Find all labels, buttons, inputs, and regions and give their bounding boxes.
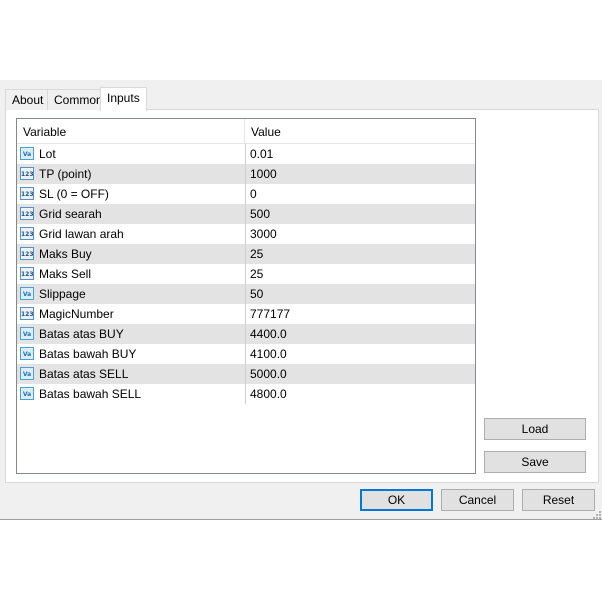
table-row[interactable]: Va Batas bawah BUY 4100.0 bbox=[17, 344, 475, 365]
save-button[interactable]: Save bbox=[484, 451, 586, 473]
variable-value[interactable]: 50 bbox=[250, 284, 263, 304]
inputs-grid: Variable Value Va Lot 0.01 123 TP (point) 100… bbox=[16, 118, 476, 474]
text-value-icon: Va bbox=[20, 287, 34, 300]
variable-value[interactable]: 25 bbox=[250, 244, 263, 264]
variable-name: Maks Buy bbox=[39, 247, 92, 261]
table-row[interactable]: Va Lot 0.01 bbox=[17, 144, 475, 165]
column-divider bbox=[245, 384, 246, 404]
table-row[interactable]: Va Batas atas SELL 5000.0 bbox=[17, 364, 475, 385]
variable-value[interactable]: 4800.0 bbox=[250, 384, 287, 404]
integer-value-icon: 123 bbox=[20, 307, 34, 320]
table-row[interactable]: 123 TP (point) 1000 bbox=[17, 164, 475, 185]
column-divider bbox=[245, 224, 246, 244]
column-divider bbox=[245, 184, 246, 204]
variable-name: Maks Sell bbox=[39, 267, 92, 281]
variable-value[interactable]: 1000 bbox=[250, 164, 277, 184]
integer-value-icon: 123 bbox=[20, 247, 34, 260]
text-value-icon: Va bbox=[20, 327, 34, 340]
table-row[interactable]: 123 SL (0 = OFF) 0 bbox=[17, 184, 475, 205]
table-row[interactable]: 123 MagicNumber 777177 bbox=[17, 304, 475, 325]
text-value-icon: Va bbox=[20, 347, 34, 360]
text-value-icon: Va bbox=[20, 387, 34, 400]
variable-name: Batas atas BUY bbox=[39, 327, 124, 341]
table-row[interactable]: Va Batas atas BUY 4400.0 bbox=[17, 324, 475, 345]
variable-value[interactable]: 4400.0 bbox=[250, 324, 287, 344]
column-divider bbox=[245, 284, 246, 304]
table-row[interactable]: 123 Grid searah 500 bbox=[17, 204, 475, 225]
text-value-icon: Va bbox=[20, 147, 34, 160]
tab-inputs[interactable]: Inputs bbox=[100, 87, 147, 111]
variable-value[interactable]: 0.01 bbox=[250, 144, 273, 164]
column-divider bbox=[245, 344, 246, 364]
integer-value-icon: 123 bbox=[20, 227, 34, 240]
column-header-variable[interactable]: Variable bbox=[17, 119, 245, 143]
variable-name: Batas bawah SELL bbox=[39, 387, 142, 401]
variable-name: Slippage bbox=[39, 287, 86, 301]
column-divider bbox=[245, 164, 246, 184]
table-row[interactable]: 123 Grid lawan arah 3000 bbox=[17, 224, 475, 245]
integer-value-icon: 123 bbox=[20, 207, 34, 220]
table-row[interactable]: Va Batas bawah SELL 4800.0 bbox=[17, 384, 475, 405]
tab-about[interactable]: About bbox=[5, 89, 51, 110]
variable-value[interactable]: 25 bbox=[250, 264, 263, 284]
variable-value[interactable]: 5000.0 bbox=[250, 364, 287, 384]
column-divider bbox=[245, 204, 246, 224]
variable-value[interactable]: 0 bbox=[250, 184, 257, 204]
variable-value[interactable]: 500 bbox=[250, 204, 270, 224]
text-value-icon: Va bbox=[20, 367, 34, 380]
dialog-border bbox=[0, 519, 602, 520]
integer-value-icon: 123 bbox=[20, 187, 34, 200]
column-divider bbox=[245, 244, 246, 264]
column-header-value[interactable]: Value bbox=[245, 119, 471, 143]
variable-name: TP (point) bbox=[39, 167, 92, 181]
column-divider bbox=[245, 304, 246, 324]
variable-value[interactable]: 3000 bbox=[250, 224, 277, 244]
load-button[interactable]: Load bbox=[484, 418, 586, 440]
column-divider bbox=[245, 364, 246, 384]
column-divider bbox=[245, 264, 246, 284]
ok-button[interactable]: OK bbox=[360, 489, 433, 511]
table-row[interactable]: Va Slippage 50 bbox=[17, 284, 475, 305]
table-row[interactable]: 123 Maks Sell 25 bbox=[17, 264, 475, 285]
variable-name: Grid lawan arah bbox=[39, 227, 124, 241]
variable-value[interactable]: 4100.0 bbox=[250, 344, 287, 364]
table-row[interactable]: 123 Maks Buy 25 bbox=[17, 244, 475, 265]
grid-header: Variable Value bbox=[17, 119, 475, 144]
variable-name: Batas bawah BUY bbox=[39, 347, 137, 361]
integer-value-icon: 123 bbox=[20, 167, 34, 180]
reset-button[interactable]: Reset bbox=[522, 489, 595, 511]
resize-grip-icon[interactable] bbox=[591, 509, 601, 519]
variable-value[interactable]: 777177 bbox=[250, 304, 290, 324]
cancel-button[interactable]: Cancel bbox=[441, 489, 514, 511]
variable-name: Lot bbox=[39, 147, 56, 161]
variable-name: MagicNumber bbox=[39, 307, 114, 321]
variable-name: Batas atas SELL bbox=[39, 367, 129, 381]
integer-value-icon: 123 bbox=[20, 267, 34, 280]
column-divider bbox=[245, 324, 246, 344]
column-divider bbox=[245, 144, 246, 164]
variable-name: SL (0 = OFF) bbox=[39, 187, 109, 201]
variable-name: Grid searah bbox=[39, 207, 102, 221]
